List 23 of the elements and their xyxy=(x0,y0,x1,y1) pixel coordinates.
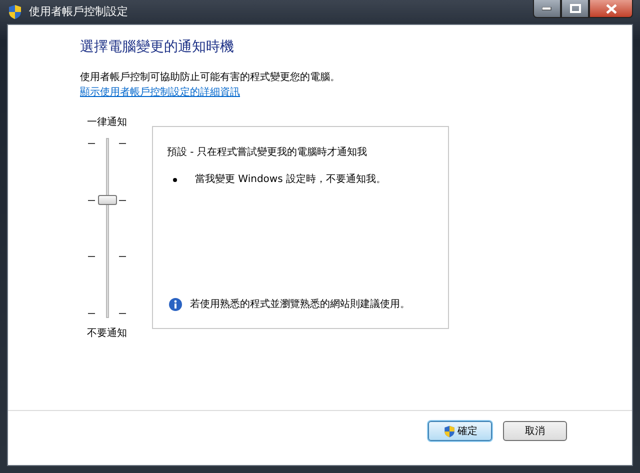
slider-label: 不要通知 xyxy=(87,326,127,341)
window-title: 使用者帳戶控制設定 xyxy=(29,4,128,20)
bullet-icon xyxy=(173,178,177,182)
dialog-button[interactable]: 取消 xyxy=(503,421,567,441)
maximize-icon xyxy=(570,4,580,13)
info-icon xyxy=(169,298,182,311)
shield-icon xyxy=(442,424,456,438)
recommendation-text: 若使用熟悉的程式並瀏覽熟悉的網站則建議使用。 xyxy=(190,298,410,312)
minimize-icon xyxy=(542,6,552,10)
slider-thumb[interactable] xyxy=(98,194,117,205)
close-icon xyxy=(606,4,616,14)
heading: 選擇電腦變更的通知時機 xyxy=(80,38,235,57)
maximize-button[interactable] xyxy=(561,0,589,18)
description-text: 使用者帳戶控制可協助防止可能有害的程式變更您的電腦。 xyxy=(80,70,341,85)
details-link[interactable]: 顯示使用者帳戶控制設定的詳細資訊 xyxy=(80,87,240,98)
close-button[interactable] xyxy=(589,0,633,18)
setting-title: 預設 - 只在程式嘗試變更我的電腦時才通知我 xyxy=(167,146,368,160)
dialog-button[interactable]: 確定 xyxy=(428,421,492,441)
shield-icon xyxy=(7,4,23,20)
notification-slider[interactable] xyxy=(87,138,127,318)
bullet-text: 當我變更 Windows 設定時，不要通知我。 xyxy=(195,172,386,187)
minimize-button[interactable] xyxy=(533,0,561,18)
slider-label: 一律通知 xyxy=(87,116,127,130)
